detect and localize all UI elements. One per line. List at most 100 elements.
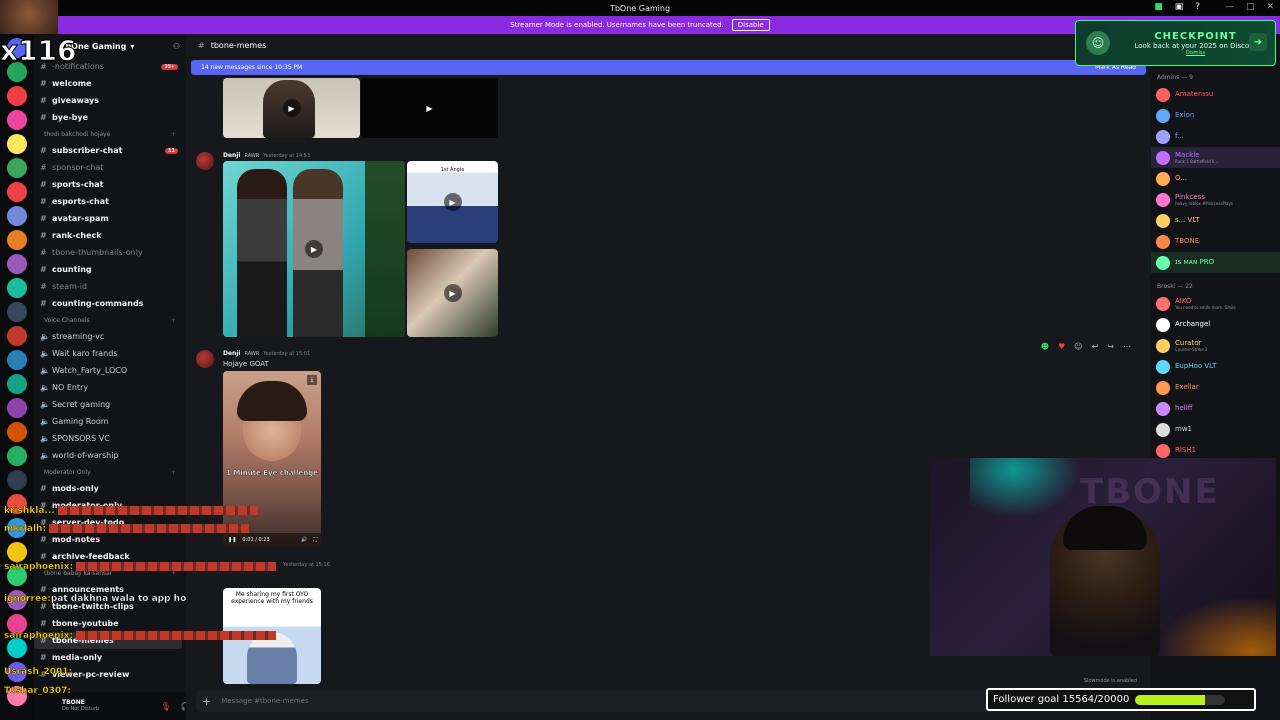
member-item[interactable]: Pinkcess heavy roblox #PinkcessPlays [1151, 189, 1280, 210]
video-player[interactable]: ⤓ 1 Minute Eye challenge ❚❚ 0:01 / 0:23 … [223, 371, 321, 547]
add-attachment-icon[interactable]: + [202, 695, 211, 708]
server-icon[interactable] [7, 110, 27, 130]
member-item[interactable]: Curator Counter-Strike 2 [1151, 335, 1280, 356]
add-reaction-icon[interactable]: ☺ [1074, 342, 1082, 351]
server-icon[interactable] [7, 374, 27, 394]
member-item[interactable]: s... VLT [1151, 210, 1280, 231]
pause-icon[interactable]: ❚❚ [228, 537, 236, 543]
channel-media-only[interactable]: # media-only [34, 649, 186, 666]
play-icon[interactable]: ▶ [282, 99, 301, 117]
channel-world-of-warship[interactable]: 🔈 world-of-warship [34, 447, 186, 464]
member-item[interactable]: ɪꜱ ᴍᴀɴ PRO [1151, 252, 1280, 273]
reply-icon[interactable]: ↩ [1092, 342, 1099, 351]
avatar[interactable] [196, 350, 214, 368]
heart-reaction-icon[interactable]: ♥ [1058, 342, 1065, 351]
fullscreen-icon[interactable]: ⛶ [313, 537, 317, 543]
member-item[interactable]: mw1 [1151, 419, 1280, 440]
channel-giveaways[interactable]: # giveaways [34, 92, 186, 109]
server-icon[interactable] [7, 422, 27, 442]
dismiss-link[interactable]: Dismiss [1186, 50, 1205, 56]
channel-esports-chat[interactable]: # esports-chat [34, 193, 186, 210]
channel-avatar-spam[interactable]: # avatar-spam [34, 210, 186, 227]
disable-button[interactable]: Disable [731, 19, 770, 31]
server-icon[interactable] [7, 182, 27, 202]
channel-sports-chat[interactable]: # sports-chat [34, 176, 186, 193]
server-icon[interactable] [7, 350, 27, 370]
create-channel-icon[interactable]: + [171, 131, 176, 138]
member-item[interactable]: Exellar [1151, 377, 1280, 398]
server-icon[interactable] [7, 230, 27, 250]
channel-steam-id[interactable]: # steam-id [34, 278, 186, 295]
channel-category[interactable]: Moderator Only + [34, 464, 186, 480]
video-attachment[interactable]: ▶ [361, 78, 498, 138]
create-channel-icon[interactable]: + [171, 469, 176, 476]
member-item[interactable]: AIKO You need to smile more. Smile [1151, 293, 1280, 314]
channel-counting-commands[interactable]: # counting-commands [34, 295, 186, 312]
avatar[interactable] [196, 152, 214, 170]
server-icon[interactable] [7, 542, 27, 562]
play-icon[interactable]: ▶ [305, 240, 323, 258]
member-item[interactable]: Exion [1151, 105, 1280, 126]
server-icon[interactable] [7, 638, 27, 658]
server-icon[interactable] [7, 326, 27, 346]
member-item[interactable]: Archangel [1151, 314, 1280, 335]
server-icon[interactable] [7, 206, 27, 226]
play-icon[interactable]: ▶ [443, 284, 462, 302]
create-channel-icon[interactable]: + [171, 317, 176, 324]
close-button[interactable]: ✕ [1266, 2, 1274, 12]
more-icon[interactable]: ⋯ [1123, 342, 1131, 351]
author-name[interactable]: Denji [223, 350, 240, 357]
video-attachment[interactable]: ▶ [223, 78, 360, 138]
mic-mute-icon[interactable]: 🎙 [161, 702, 171, 711]
new-messages-bar[interactable]: 14 new messages since 10:35 PM Mark As R… [191, 60, 1146, 75]
channel-counting[interactable]: # counting [34, 261, 186, 278]
member-item[interactable]: EupHoo VLT [1151, 356, 1280, 377]
emoji-reaction-icon[interactable]: ☻ [1041, 342, 1049, 351]
inbox-icon[interactable]: ■ [1154, 2, 1163, 12]
member-item[interactable]: hellff [1151, 398, 1280, 419]
server-icon[interactable] [7, 278, 27, 298]
channel-sponsor-chat[interactable]: # sponsor-chat [34, 159, 186, 176]
maximize-button[interactable]: □ [1246, 2, 1255, 12]
channel-streaming-vc[interactable]: 🔈 streaming-vc [34, 328, 186, 345]
help-icon[interactable]: ? [1195, 2, 1200, 12]
member-item[interactable]: TBONE [1151, 231, 1280, 252]
channel-sponsors-vc[interactable]: 🔈 SPONSORS VC [34, 430, 186, 447]
member-item[interactable]: O... [1151, 168, 1280, 189]
channel-welcome[interactable]: # welcome [34, 75, 186, 92]
video-attachment[interactable]: ▶ [223, 161, 405, 337]
member-item[interactable]: Mackle Rank 1 Battlefield II... [1151, 147, 1280, 168]
channel-rank-check[interactable]: # rank-check [34, 227, 186, 244]
channel-gaming-room[interactable]: 🔈 Gaming Room [34, 413, 186, 430]
server-icon[interactable] [7, 134, 27, 154]
monitor-icon[interactable]: ▣ [1175, 2, 1184, 12]
channel-subscriber-chat[interactable]: # subscriber-chat 11 [34, 142, 186, 159]
server-icon[interactable] [7, 446, 27, 466]
channel-tbone-youtube[interactable]: # tbone-youtube [34, 615, 186, 632]
member-item[interactable]: f... [1151, 126, 1280, 147]
channel-wait-karo-frands[interactable]: 🔈 Wait karo frands [34, 345, 186, 362]
channel-watch-farty-loco[interactable]: 🔈 Watch_Farty_LOCO [34, 362, 186, 379]
video-attachment[interactable]: 1st Angle ▶ [407, 161, 498, 243]
channel-tbone-thumbnails-only[interactable]: # tbone-thumbnails-only [34, 244, 186, 261]
channel-mods-only[interactable]: # mods-only [34, 480, 186, 497]
channel-no-entry[interactable]: 🔈 NO Entry [34, 379, 186, 396]
channel-category[interactable]: Voice Channels + [34, 312, 186, 328]
server-icon[interactable] [7, 398, 27, 418]
play-icon[interactable]: ▶ [421, 99, 439, 117]
checkpoint-promo[interactable]: ☺ CHECKPOINT Look back at your 2025 on D… [1075, 20, 1276, 66]
play-icon[interactable]: ▶ [443, 193, 462, 211]
server-icon[interactable] [7, 470, 27, 490]
server-icon[interactable] [7, 158, 27, 178]
forward-icon[interactable]: ↪ [1107, 342, 1114, 351]
author-name[interactable]: Denji [223, 152, 240, 159]
minimize-button[interactable]: — [1225, 2, 1234, 12]
arrow-right-icon[interactable]: ➜ [1249, 33, 1267, 51]
server-icon[interactable] [7, 302, 27, 322]
channel-category[interactable]: thodi bakchodi hojaye + [34, 126, 186, 142]
download-icon[interactable]: ⤓ [307, 375, 317, 385]
channel-secret-gaming[interactable]: 🔈 Secret gaming [34, 396, 186, 413]
channel-bye-bye[interactable]: # bye-bye [34, 109, 186, 126]
volume-icon[interactable]: 🔊 [301, 537, 307, 543]
video-attachment[interactable]: ▶ [407, 249, 498, 337]
